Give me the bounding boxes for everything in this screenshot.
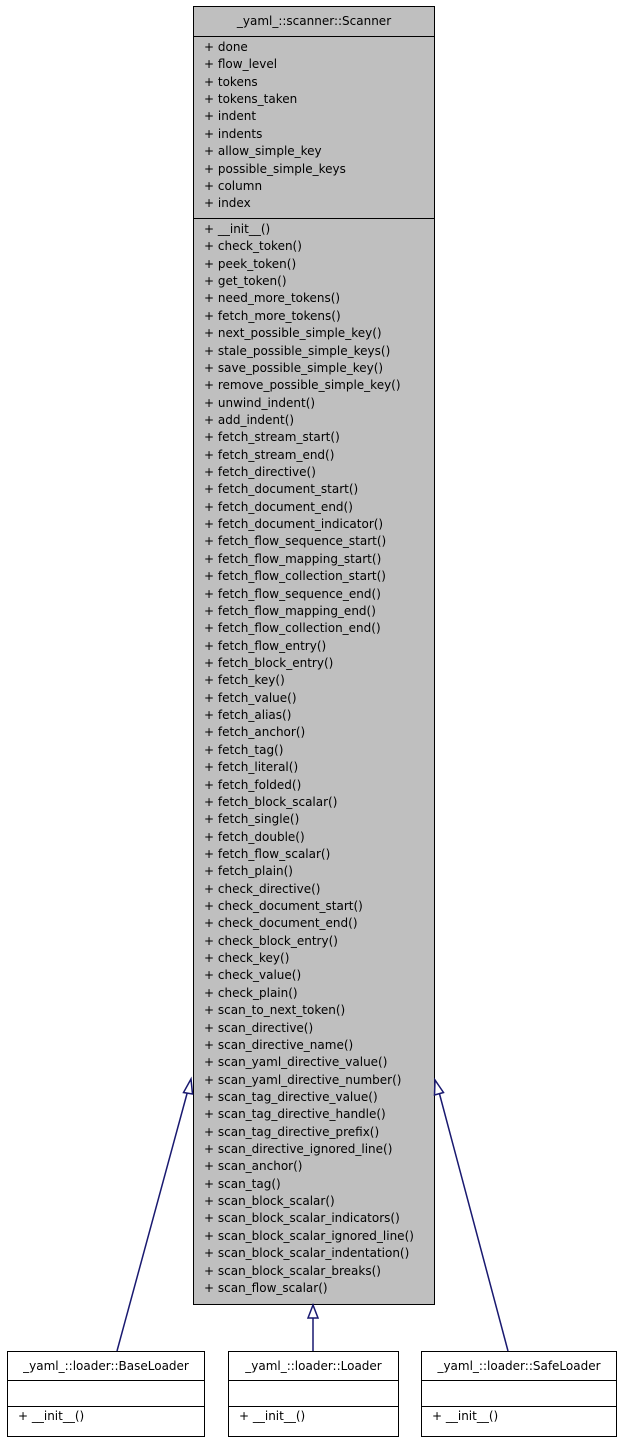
edge-safeloader-to-scanner xyxy=(438,1091,509,1352)
inheritance-edges xyxy=(116,1076,509,1352)
edge-baseloader-arrowhead xyxy=(182,1076,194,1095)
edge-safeloader-arrowhead xyxy=(433,1077,445,1096)
edge-loader-arrowhead xyxy=(306,1302,320,1319)
edge-baseloader-to-scanner xyxy=(116,1089,189,1352)
